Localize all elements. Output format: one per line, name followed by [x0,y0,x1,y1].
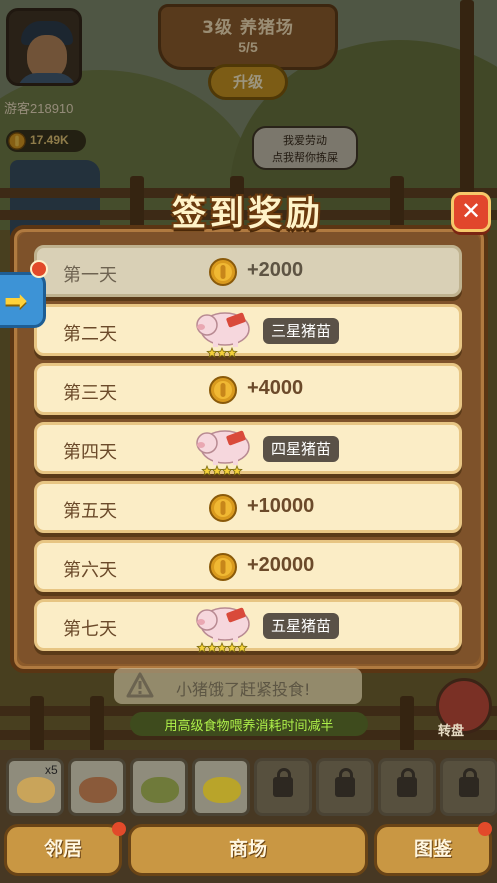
inventory-slot-locked[interactable] [316,758,374,816]
signin-row-day-1[interactable]: 第一天 +2000 [34,245,462,297]
coin-icon [209,258,237,286]
signin-row-day-4[interactable]: 第四天 四星猪苗 [34,422,462,476]
reward-amount: +2000 [247,259,304,281]
close-button[interactable]: ✕ [451,192,491,232]
neighbors-notification-dot [112,822,126,836]
notification-dot [30,260,48,278]
signin-row-day-6[interactable]: 第六天 +20000 [34,540,462,592]
close-icon: ✕ [460,197,482,225]
inventory-slot-locked[interactable] [378,758,436,816]
day-label: 第一天 [63,265,117,286]
piglet-icon [196,430,250,476]
item-count: x5 [45,763,58,777]
lock-icon [335,768,355,797]
coin-icon [209,494,237,522]
day-label: 第二天 [63,324,117,345]
warning-text: 小猪饿了赶紧投食! [176,680,311,699]
feed-icon [203,777,241,803]
neighbors-button[interactable]: 邻居 [4,824,122,876]
reward-amount: +4000 [247,377,304,399]
piglet-icon [196,312,250,358]
warning-icon [126,672,154,698]
inventory-slot-locked[interactable] [440,758,497,816]
inventory-slot-food[interactable] [192,758,250,816]
piglet-icon [196,607,250,653]
inventory-slot-food[interactable] [68,758,126,816]
day-label: 第六天 [63,560,117,581]
shop-button[interactable]: 商场 [128,824,368,876]
lock-icon [273,768,293,797]
hint-text: 用高级食物喂养消耗时间减半 [164,719,334,734]
coin-icon [209,376,237,404]
day-label: 第三天 [63,383,117,404]
daruma-label: 转盘 [438,724,465,739]
feed-icon [79,777,117,803]
lock-icon [397,768,417,797]
reward-amount: +20000 [247,554,315,576]
side-arrow-button[interactable]: ➡ [0,272,46,328]
inventory-slot-food[interactable] [130,758,188,816]
arrow-right-icon: ➡ [4,284,28,317]
feed-icon [141,777,179,803]
inventory-slot-locked[interactable] [254,758,312,816]
piglet-badge: 三星猪苗 [263,318,340,344]
piglet-badge: 四星猪苗 [263,436,340,462]
day-label: 第七天 [63,619,117,640]
signin-row-day-2[interactable]: 第二天 三星猪苗 [34,304,462,358]
inventory-slot-food[interactable]: x5 [6,758,64,816]
guide-button[interactable]: 图鉴 [374,824,492,876]
day-label: 第五天 [63,501,117,522]
signin-row-day-3[interactable]: 第三天 +4000 [34,363,462,415]
reward-amount: +10000 [247,495,315,517]
feed-icon [17,777,55,803]
signin-row-day-5[interactable]: 第五天 +10000 [34,481,462,533]
signin-row-day-7[interactable]: 第七天 五星猪苗 [34,599,462,653]
day-label: 第四天 [63,442,117,463]
hunger-warning: 小猪饿了赶紧投食! [114,668,362,704]
coin-icon [209,553,237,581]
signin-title: 签到奖励 [172,194,324,234]
lock-icon [459,768,479,797]
guide-notification-dot [478,822,492,836]
feeding-hint: 用高级食物喂养消耗时间减半 [130,712,368,736]
piglet-badge: 五星猪苗 [263,613,340,639]
